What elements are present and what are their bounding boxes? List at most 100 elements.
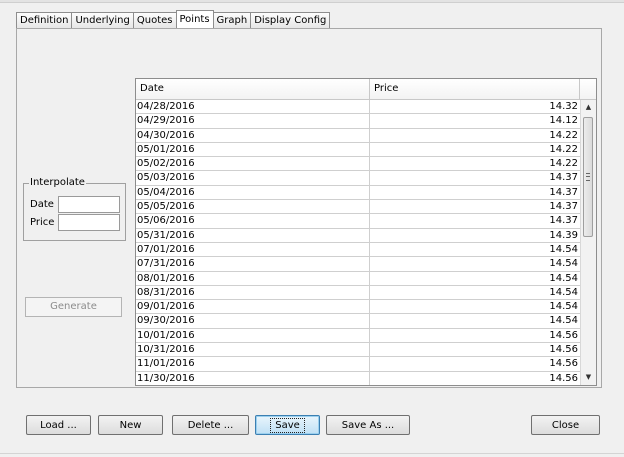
cell-date[interactable]: 04/28/2016	[136, 100, 370, 114]
tab-display-config[interactable]: Display Config	[250, 12, 331, 28]
tab-definition[interactable]: Definition	[16, 12, 73, 28]
cell-price[interactable]: 14.12	[370, 114, 580, 127]
cell-price[interactable]: 14.22	[370, 157, 580, 170]
cell-price[interactable]: 14.37	[370, 186, 580, 199]
cell-date[interactable]: 05/06/2016	[136, 214, 370, 228]
cell-date[interactable]: 09/30/2016	[136, 314, 370, 328]
cell-date[interactable]: 04/30/2016	[136, 128, 370, 142]
delete-button-label: Delete ...	[187, 420, 234, 431]
cell-date[interactable]: 05/03/2016	[136, 171, 370, 185]
close-button-label: Close	[551, 420, 580, 431]
cell-date[interactable]: 10/31/2016	[136, 343, 370, 357]
table-row[interactable]: 05/02/2016 14.22	[136, 157, 580, 172]
table-row[interactable]: 08/31/2016 14.54	[136, 285, 580, 301]
cell-price[interactable]: 14.56	[370, 357, 580, 370]
tab-points[interactable]: Points	[175, 10, 214, 28]
tab-bar: Definition Underlying Quotes Points Grap…	[16, 10, 331, 28]
interpolate-price-input[interactable]	[58, 214, 120, 231]
save-as-button-label: Save As ...	[341, 420, 395, 431]
cell-price[interactable]: 14.54	[370, 243, 580, 256]
table-row[interactable]: 11/30/2016 14.56	[136, 371, 580, 385]
table-header: Date Price	[136, 79, 596, 100]
cell-price[interactable]: 14.54	[370, 272, 580, 285]
table-row[interactable]: 07/01/2016 14.54	[136, 242, 580, 258]
cell-date[interactable]: 11/30/2016	[136, 371, 370, 385]
table-row[interactable]: 10/01/2016 14.56	[136, 328, 580, 344]
generate-button[interactable]: Generate	[25, 297, 122, 317]
cell-date[interactable]: 05/04/2016	[136, 185, 370, 200]
table-row[interactable]: 05/01/2016 14.22	[136, 142, 580, 158]
scroll-up-arrow-icon[interactable]: ▲	[581, 101, 596, 114]
column-header-date[interactable]: Date	[136, 79, 370, 99]
cell-price[interactable]: 14.54	[370, 314, 580, 327]
cell-date[interactable]: 05/02/2016	[136, 157, 370, 171]
table-row[interactable]: 05/05/2016 14.37	[136, 200, 580, 215]
interpolate-price-row: Price	[30, 214, 120, 231]
tab-quotes[interactable]: Quotes	[132, 12, 177, 28]
cell-price[interactable]: 14.39	[370, 229, 580, 242]
load-button[interactable]: Load ...	[26, 415, 91, 435]
points-table: Date Price 04/28/2016 14.32 04/29/2016 14.1…	[135, 78, 597, 386]
cell-price[interactable]: 14.56	[370, 372, 580, 385]
table-row[interactable]: 04/30/2016 14.22	[136, 128, 580, 143]
grip-icon	[586, 173, 590, 181]
table-row[interactable]: 05/04/2016 14.37	[136, 185, 580, 201]
cell-price[interactable]: 14.32	[370, 100, 580, 113]
table-row[interactable]: 10/31/2016 14.56	[136, 343, 580, 358]
interpolate-date-row: Date	[30, 196, 120, 213]
table-row[interactable]: 09/30/2016 14.54	[136, 314, 580, 329]
cell-date[interactable]: 08/01/2016	[136, 271, 370, 285]
cell-date[interactable]: 05/05/2016	[136, 200, 370, 214]
cell-price[interactable]: 14.22	[370, 129, 580, 142]
table-row[interactable]: 09/01/2016 14.54	[136, 300, 580, 315]
interpolate-title: Interpolate	[29, 177, 86, 189]
cell-price[interactable]: 14.37	[370, 200, 580, 213]
save-button[interactable]: Save	[255, 415, 320, 435]
close-button[interactable]: Close	[531, 415, 600, 435]
table-row[interactable]: 05/03/2016 14.37	[136, 171, 580, 186]
save-as-button[interactable]: Save As ...	[326, 415, 410, 435]
interpolate-date-label: Date	[30, 199, 54, 210]
table-body: 04/28/2016 14.32 04/29/2016 14.12 04/30/2016…	[136, 100, 580, 385]
cell-price[interactable]: 14.54	[370, 286, 580, 299]
cell-date[interactable]: 05/31/2016	[136, 228, 370, 242]
cell-date[interactable]: 07/01/2016	[136, 242, 370, 257]
table-row[interactable]: 05/31/2016 14.39	[136, 228, 580, 243]
table-row[interactable]: 04/28/2016 14.32	[136, 100, 580, 115]
cell-date[interactable]: 04/29/2016	[136, 114, 370, 128]
interpolate-date-input[interactable]	[58, 196, 120, 213]
tab-underlying[interactable]: Underlying	[71, 12, 134, 28]
cell-date[interactable]: 11/01/2016	[136, 357, 370, 371]
delete-button[interactable]: Delete ...	[172, 415, 249, 435]
table-row[interactable]: 11/01/2016 14.56	[136, 357, 580, 372]
cell-price[interactable]: 14.54	[370, 300, 580, 313]
table-row[interactable]: 05/06/2016 14.37	[136, 214, 580, 229]
cell-date[interactable]: 05/01/2016	[136, 142, 370, 157]
cell-date[interactable]: 10/01/2016	[136, 328, 370, 343]
cell-date[interactable]: 09/01/2016	[136, 300, 370, 314]
interpolate-price-label: Price	[30, 217, 55, 228]
cell-price[interactable]: 14.37	[370, 171, 580, 184]
table-row[interactable]: 04/29/2016 14.12	[136, 114, 580, 129]
window-top-edge	[0, 0, 624, 3]
cell-price[interactable]: 14.22	[370, 143, 580, 156]
scroll-down-arrow-icon[interactable]: ▼	[581, 371, 596, 384]
table-row[interactable]: 07/31/2016 14.54	[136, 257, 580, 272]
cell-price[interactable]: 14.56	[370, 343, 580, 356]
interpolate-group: Interpolate Date Price	[23, 177, 126, 241]
new-button-label: New	[119, 420, 142, 431]
window-bottom-edge	[0, 453, 624, 454]
new-button[interactable]: New	[98, 415, 163, 435]
tab-graph[interactable]: Graph	[212, 12, 252, 28]
points-panel: Interpolate Date Price Generate Date Pri…	[16, 28, 602, 388]
cell-price[interactable]: 14.56	[370, 329, 580, 342]
vertical-scrollbar[interactable]: ▲ ▼	[580, 100, 596, 385]
cell-date[interactable]: 07/31/2016	[136, 257, 370, 271]
column-header-price[interactable]: Price	[370, 79, 580, 99]
load-button-label: Load ...	[40, 420, 77, 431]
cell-price[interactable]: 14.37	[370, 214, 580, 227]
table-row[interactable]: 08/01/2016 14.54	[136, 271, 580, 286]
scrollbar-thumb[interactable]	[583, 117, 593, 237]
cell-price[interactable]: 14.54	[370, 257, 580, 270]
cell-date[interactable]: 08/31/2016	[136, 285, 370, 300]
